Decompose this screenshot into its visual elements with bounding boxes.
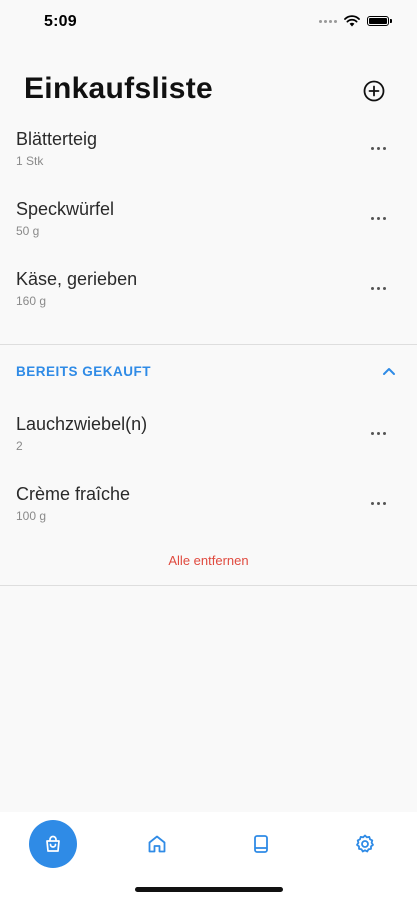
item-name: Crème fraîche xyxy=(16,484,131,504)
item-name: Blätterteig xyxy=(16,129,98,149)
battery-icon xyxy=(367,16,392,26)
chevron-up-icon xyxy=(383,368,395,375)
status-bar: 5:09 xyxy=(0,0,417,48)
more-options-icon[interactable] xyxy=(365,425,391,441)
remove-all-button[interactable]: Alle entfernen xyxy=(0,553,417,568)
more-options-icon[interactable] xyxy=(365,210,391,226)
shopping-list: Blätterteig 1 Stk Speckwürfel 50 g Käse,… xyxy=(0,126,417,336)
list-item[interactable]: Crème fraîche 100 g xyxy=(0,481,417,551)
section-title: BEREITS GEKAUFT xyxy=(16,364,152,379)
tab-bar xyxy=(0,812,417,900)
status-icons xyxy=(319,15,392,27)
status-time: 5:09 xyxy=(44,13,77,30)
page-title: Einkaufsliste xyxy=(24,72,213,105)
add-item-button[interactable] xyxy=(362,79,386,103)
item-name: Speckwürfel xyxy=(16,199,115,219)
item-quantity: 50 g xyxy=(16,224,40,238)
more-options-icon[interactable] xyxy=(365,280,391,296)
list-item[interactable]: Lauchzwiebel(n) 2 xyxy=(0,411,417,481)
book-icon xyxy=(254,835,268,853)
more-options-icon[interactable] xyxy=(365,140,391,156)
shopping-bag-icon xyxy=(46,835,60,852)
item-quantity: 160 g xyxy=(16,294,47,308)
item-name: Lauchzwiebel(n) xyxy=(16,414,148,434)
divider xyxy=(0,344,417,345)
list-item[interactable]: Speckwürfel 50 g xyxy=(0,196,417,266)
header: Einkaufsliste xyxy=(0,64,417,118)
purchased-list: Lauchzwiebel(n) 2 Crème fraîche 100 g xyxy=(0,411,417,551)
more-options-icon[interactable] xyxy=(365,495,391,511)
item-quantity: 2 xyxy=(16,439,23,453)
tab-shopping-list[interactable] xyxy=(29,820,77,868)
tab-recipes[interactable] xyxy=(237,820,285,868)
wifi-icon xyxy=(344,15,360,27)
purchased-section-toggle[interactable]: BEREITS GEKAUFT xyxy=(0,356,417,388)
item-quantity: 100 g xyxy=(16,509,47,523)
plus-circle-icon xyxy=(363,80,385,102)
divider xyxy=(0,585,417,586)
home-icon xyxy=(148,835,166,853)
tab-settings[interactable] xyxy=(341,820,389,868)
cellular-signal-icon xyxy=(319,19,337,23)
item-quantity: 1 Stk xyxy=(16,154,44,168)
tab-home[interactable] xyxy=(133,820,181,868)
list-item[interactable]: Käse, gerieben 160 g xyxy=(0,266,417,336)
item-name: Käse, gerieben xyxy=(16,269,138,289)
home-indicator xyxy=(135,887,283,892)
list-item[interactable]: Blätterteig 1 Stk xyxy=(0,126,417,196)
gear-icon xyxy=(356,834,374,853)
